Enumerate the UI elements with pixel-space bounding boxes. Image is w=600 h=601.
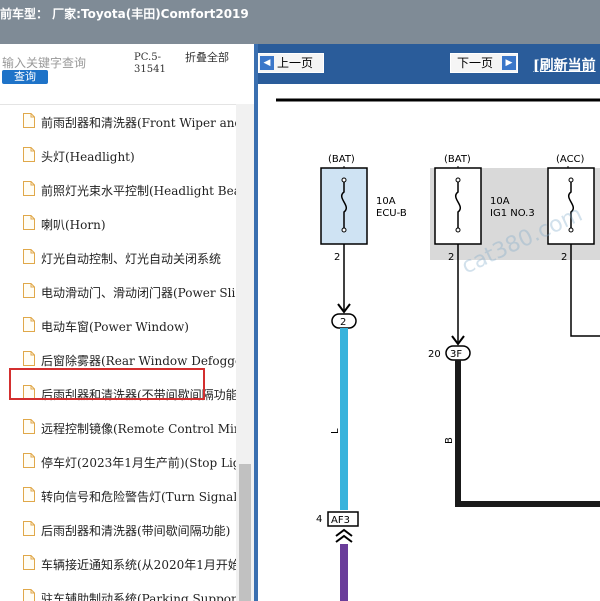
document-icon bbox=[23, 487, 35, 502]
tree-item[interactable]: 前照灯光束水平控制(Headlight Beam Level Control) bbox=[0, 173, 236, 207]
pc-code-label: PC.5-31541 bbox=[134, 52, 166, 75]
refresh-current-link[interactable]: [刷新当前 bbox=[533, 55, 596, 75]
document-icon bbox=[23, 147, 35, 162]
document-icon bbox=[23, 249, 35, 264]
tree-item-label: 喇叭(Horn) bbox=[41, 218, 106, 232]
tree-item-selected[interactable]: 电动车窗(Power Window) bbox=[0, 309, 236, 343]
title-bar: 前车型： 厂家:Toyota(丰田)Comfort2019 bbox=[0, 0, 600, 44]
tree-item-label: 灯光自动控制、灯光自动关闭系统 bbox=[41, 252, 222, 266]
tree-item-label: 转向信号和危险警告灯(Turn Signal) bbox=[41, 490, 236, 504]
tree-scrollbar[interactable] bbox=[236, 104, 254, 601]
connector-label: AF3 bbox=[331, 515, 350, 526]
tree-item-label: 前照灯光束水平控制(Headlight Beam Level Control) bbox=[41, 184, 236, 198]
fuse2-rating: 10A bbox=[490, 196, 510, 207]
next-page-label: 下一页 bbox=[457, 56, 494, 70]
document-icon bbox=[23, 181, 35, 196]
connector-label: 3F bbox=[450, 349, 462, 360]
query-button[interactable]: 查询 bbox=[2, 70, 48, 84]
tree-item[interactable]: 灯光自动控制、灯光自动关闭系统 bbox=[0, 241, 236, 275]
document-icon bbox=[23, 419, 35, 434]
document-icon bbox=[23, 317, 35, 332]
fuse1-name: ECU-B bbox=[376, 208, 407, 219]
arrow-left-icon: ◀ bbox=[260, 56, 274, 70]
selection-highlight-box bbox=[9, 368, 205, 400]
tree-item[interactable]: 转向信号和危险警告灯(Turn Signal) bbox=[0, 479, 236, 513]
tree-item[interactable]: 远程控制镜像(Remote Control Mirror) bbox=[0, 411, 236, 445]
tree-item-label: 前雨刮器和清洗器(Front Wiper and Washer) bbox=[41, 116, 236, 130]
tree-item[interactable]: 停车灯(2023年1月生产前)(Stop Light) bbox=[0, 445, 236, 479]
tree-item-label: 头灯(Headlight) bbox=[41, 150, 135, 164]
search-row: 查询 PC.5-31541 折叠全部 bbox=[0, 44, 254, 104]
document-icon bbox=[23, 215, 35, 230]
wire-black bbox=[455, 360, 600, 507]
tree-item[interactable]: 头灯(Headlight) bbox=[0, 139, 236, 173]
tree-item-label: 停车灯(2023年1月生产前)(Stop Light) bbox=[41, 456, 236, 470]
document-icon bbox=[23, 555, 35, 570]
fuse1-rating: 10A bbox=[376, 196, 396, 207]
tree-item-label: 后雨刮器和清洗器(带间歇间隔功能) bbox=[41, 524, 231, 538]
arrow-right-icon: ▶ bbox=[502, 56, 516, 70]
tree-item[interactable]: 车辆接近通知系统(从2020年1月开始) bbox=[0, 547, 236, 581]
tree-item[interactable]: 电动滑动门、滑动闭门器(Power Slide Door) bbox=[0, 275, 236, 309]
chevron-up-icon bbox=[335, 528, 353, 543]
document-icon bbox=[23, 589, 35, 601]
wiring-diagram: (BAT) (BAT) (ACC) 10A ECU-B 10A IG1 NO.3… bbox=[276, 98, 600, 601]
pin-label: 2 bbox=[448, 252, 454, 263]
connector-label: 2 bbox=[340, 317, 346, 328]
fuse2-name: IG1 NO.3 bbox=[490, 208, 535, 219]
tree-item[interactable]: 喇叭(Horn) bbox=[0, 207, 236, 241]
document-icon bbox=[23, 283, 35, 298]
document-tree: 前雨刮器和清洗器(Front Wiper and Washer) 头灯(Head… bbox=[0, 104, 236, 601]
prev-page-button[interactable]: ◀ 上一页 bbox=[258, 53, 324, 73]
tree-item-label: 驻车辅助制动系统(Parking Support Brake) bbox=[41, 592, 236, 601]
wire-color-label: B bbox=[444, 437, 455, 444]
document-icon bbox=[23, 453, 35, 468]
connector-pin: 4 bbox=[316, 514, 322, 525]
bat2-label: (BAT) bbox=[444, 154, 471, 165]
pin-label: 2 bbox=[334, 252, 340, 263]
document-icon bbox=[23, 113, 35, 128]
tree-item-label: 后窗除雾器(Rear Window Defogger) bbox=[41, 354, 236, 368]
left-panel: 查询 PC.5-31541 折叠全部 前雨刮器和清洗器(Front Wiper … bbox=[0, 44, 254, 601]
tree-item[interactable]: 驻车辅助制动系统(Parking Support Brake) bbox=[0, 581, 236, 601]
tree-item-label: 电动车窗(Power Window) bbox=[41, 320, 189, 334]
window-title: 前车型： 厂家:Toyota(丰田)Comfort2019 bbox=[0, 7, 249, 21]
document-icon bbox=[23, 521, 35, 536]
prev-page-label: 上一页 bbox=[277, 56, 314, 70]
tree-item[interactable]: 前雨刮器和清洗器(Front Wiper and Washer) bbox=[0, 105, 236, 139]
tree-item-label: 电动滑动门、滑动闭门器(Power Slide Door) bbox=[41, 286, 236, 300]
wire-color-label: L bbox=[330, 428, 341, 434]
tree-item-label: 车辆接近通知系统(从2020年1月开始) bbox=[41, 558, 236, 572]
bat1-label: (BAT) bbox=[328, 154, 355, 165]
connector-pin: 20 bbox=[428, 349, 441, 360]
collapse-all-link[interactable]: 折叠全部 bbox=[185, 52, 229, 64]
pin-label: 2 bbox=[561, 252, 567, 263]
scrollbar-thumb[interactable] bbox=[239, 464, 251, 601]
tree-item[interactable]: 后雨刮器和清洗器(带间歇间隔功能) bbox=[0, 513, 236, 547]
tree-item-label: 远程控制镜像(Remote Control Mirror) bbox=[41, 422, 236, 436]
page-nav-bar: ◀ 上一页 下一页 ▶ [刷新当前 bbox=[258, 44, 600, 84]
document-icon bbox=[23, 351, 35, 366]
acc-label: (ACC) bbox=[556, 154, 585, 165]
next-page-button[interactable]: 下一页 ▶ bbox=[450, 53, 518, 73]
right-panel: ◀ 上一页 下一页 ▶ [刷新当前 (BAT) (BAT) (ACC) 10A … bbox=[258, 44, 600, 601]
